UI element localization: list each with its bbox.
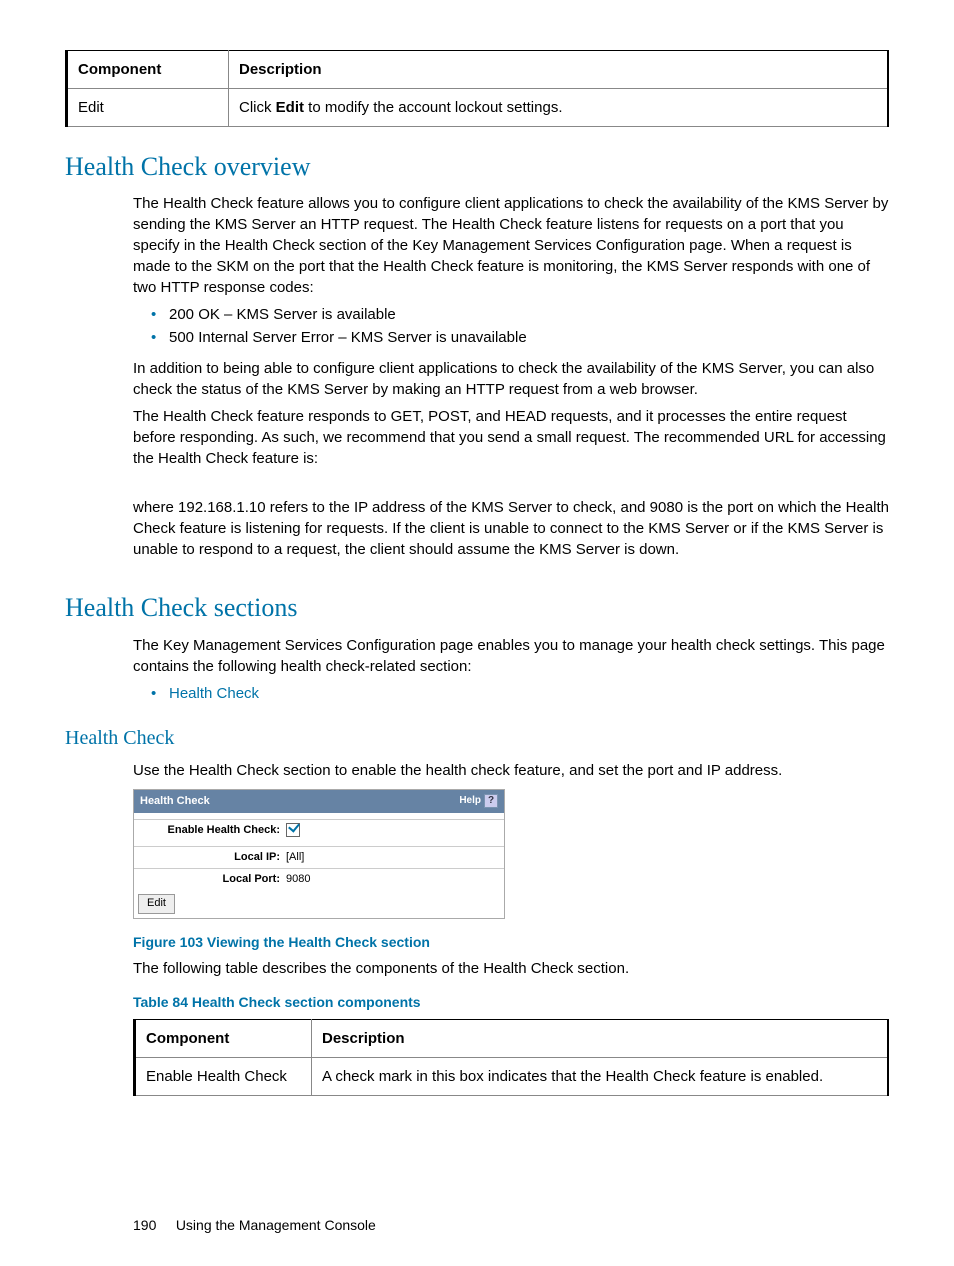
bullet-item: 200 OK – KMS Server is available: [151, 304, 889, 325]
table-header-component: Component: [67, 51, 229, 89]
table-cell-description: Click Edit to modify the account lockout…: [229, 89, 889, 127]
figure-caption: Figure 103 Viewing the Health Check sect…: [133, 933, 889, 953]
table-header-row: Component Description: [67, 51, 889, 89]
top-component-table: Component Description Edit Click Edit to…: [65, 50, 889, 127]
widget-row-local-ip: Local IP: [All]: [134, 847, 504, 869]
overview-para1: The Health Check feature allows you to c…: [133, 193, 889, 298]
table-header-description: Description: [312, 1019, 889, 1057]
heading-health-check: Health Check: [65, 724, 889, 752]
footer-text: Using the Management Console: [176, 1217, 376, 1233]
overview-para2: In addition to being able to configure c…: [133, 358, 889, 400]
table-intro: The following table describes the compon…: [133, 958, 889, 979]
health-check-link[interactable]: Health Check: [169, 685, 259, 702]
table-caption: Table 84 Health Check section components: [133, 993, 889, 1013]
bullet-item: 500 Internal Server Error – KMS Server i…: [151, 327, 889, 348]
table-header-row: Component Description: [135, 1019, 889, 1057]
health-check-widget: Health Check Help ? Enable Health Check:…: [133, 789, 505, 919]
table-header-component: Component: [135, 1019, 312, 1057]
overview-para4: where 192.168.1.10 refers to the IP addr…: [133, 497, 889, 560]
overview-para3: The Health Check feature responds to GET…: [133, 406, 889, 469]
overview-bullets: 200 OK – KMS Server is available 500 Int…: [133, 304, 889, 348]
widget-row-local-port: Local Port: 9080: [134, 869, 504, 890]
page-number: 190: [133, 1217, 156, 1233]
sections-para: The Key Management Services Configuratio…: [133, 635, 889, 677]
heading-sections: Health Check sections: [65, 590, 889, 626]
heading-overview: Health Check overview: [65, 149, 889, 185]
health-check-para: Use the Health Check section to enable t…: [133, 760, 889, 781]
table-row: Enable Health Check A check mark in this…: [135, 1057, 889, 1095]
checkbox-icon: [286, 823, 300, 837]
table-header-description: Description: [229, 51, 889, 89]
edit-button[interactable]: Edit: [138, 894, 175, 913]
table-row: Edit Click Edit to modify the account lo…: [67, 89, 889, 127]
components-table: Component Description Enable Health Chec…: [133, 1019, 889, 1096]
widget-help[interactable]: Help ?: [459, 794, 498, 808]
table-cell-description: A check mark in this box indicates that …: [312, 1057, 889, 1095]
table-cell-component: Enable Health Check: [135, 1057, 312, 1095]
sections-bullets: Health Check: [133, 683, 889, 704]
widget-row-enable: Enable Health Check:: [134, 820, 504, 846]
help-icon: ?: [484, 794, 498, 808]
widget-header: Health Check Help ?: [134, 790, 504, 813]
table-cell-component: Edit: [67, 89, 229, 127]
page-footer: 190 Using the Management Console: [133, 1216, 889, 1236]
widget-title: Health Check: [140, 794, 210, 809]
